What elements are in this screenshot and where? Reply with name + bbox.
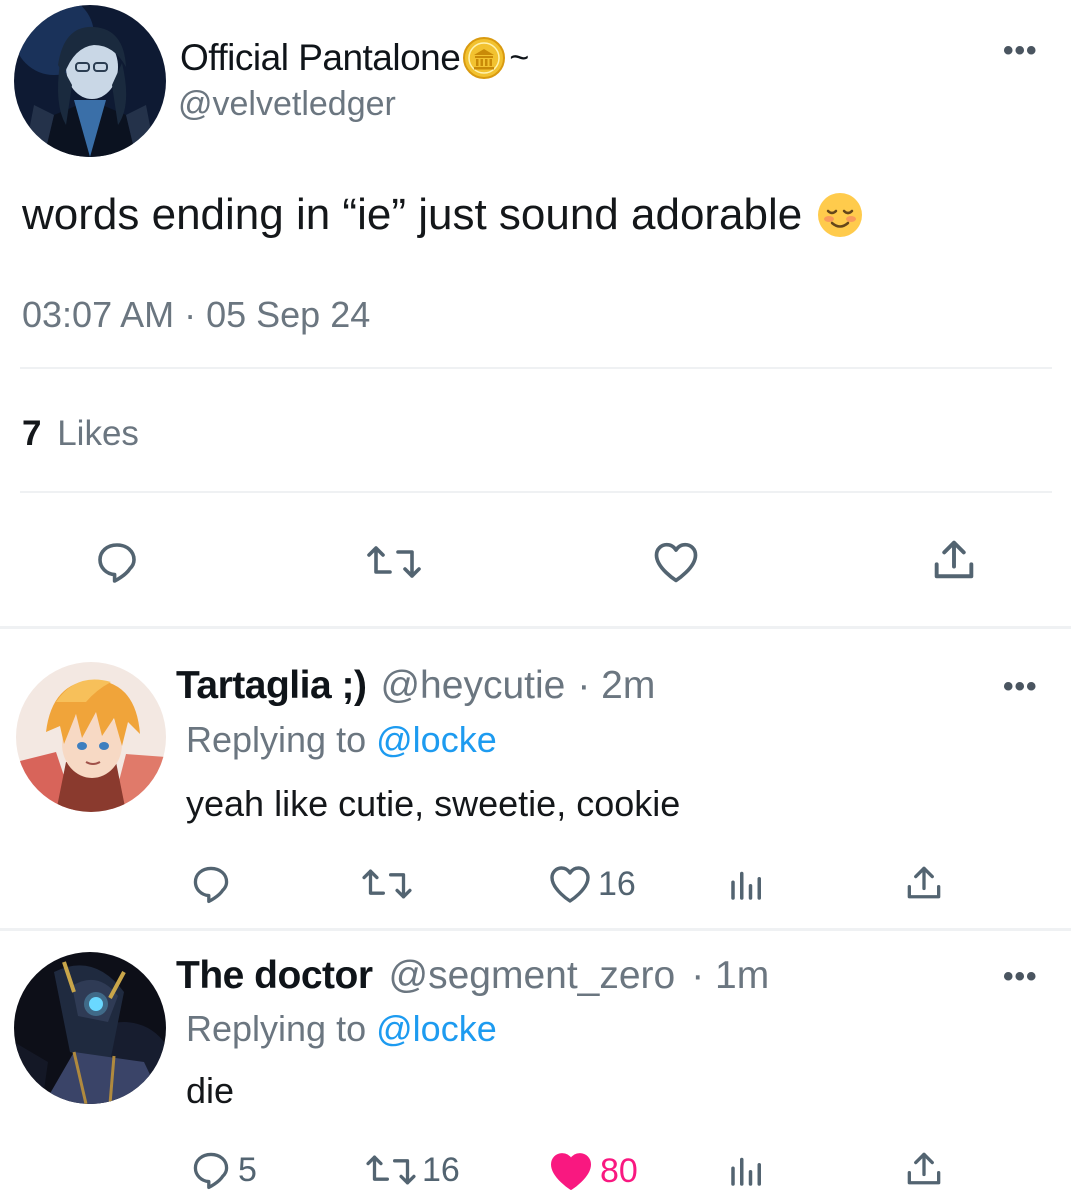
author-display-name[interactable]: Official Pantalone [180,37,461,79]
reply-handle[interactable]: @heycutie [380,664,565,708]
tweet-text-row: words ending in “ie” just sound adorable [22,190,864,240]
like-count: 80 [600,1151,638,1190]
tweet-timestamp[interactable]: 03:07 AM · 05 Sep 24 [22,294,370,336]
reply-time[interactable]: · 2m [577,664,655,708]
replying-handle-link[interactable]: @locke [376,1008,497,1049]
like-icon[interactable] [650,536,702,588]
smiling-face-emoji [816,191,864,239]
like-button[interactable]: 16 [546,860,636,908]
author-name-row: Official Pantalone ~ [180,36,529,80]
replying-prefix: Replying to [186,1008,367,1049]
retweet-icon[interactable] [362,538,426,586]
reply-header: The doctor @segment_zero · 1m [176,954,769,1004]
replying-to: Replying to @locke [186,1008,497,1050]
tartaglia-avatar[interactable] [16,662,166,812]
reply-header: Tartaglia ;) @heycutie · 2m [176,664,655,714]
like-button[interactable]: 80 [546,1146,638,1196]
section-divider [0,928,1071,931]
divider [20,491,1052,493]
replying-prefix: Replying to [186,719,367,760]
analytics-icon[interactable] [726,1148,768,1192]
more-options-icon[interactable]: ••• [1003,670,1038,704]
heart-icon [546,860,594,908]
reply-icon [188,1148,234,1192]
reply-time[interactable]: · 1m [691,954,769,998]
retweet-button[interactable]: 16 [362,1148,460,1192]
reply-icon[interactable] [188,862,234,906]
section-divider [0,626,1071,629]
reply-text: yeah like cutie, sweetie, cookie [186,783,681,824]
retweet-icon[interactable] [358,862,416,906]
retweet-icon [362,1148,420,1192]
name-suffix: ~ [509,38,530,77]
more-options-icon[interactable]: ••• [1003,960,1038,994]
retweet-count: 16 [422,1150,460,1189]
reply-count: 5 [238,1150,257,1189]
reply-text: die [186,1070,235,1111]
reply-button[interactable]: 5 [188,1148,257,1192]
share-icon[interactable] [902,1146,946,1192]
divider [20,367,1052,369]
reply-display-name[interactable]: Tartaglia ;) [176,664,367,708]
gold-coin-icon [462,36,506,80]
more-options-icon[interactable]: ••• [1003,34,1038,68]
share-icon[interactable] [902,860,946,906]
the-doctor-avatar[interactable] [14,952,166,1104]
heart-filled-icon [546,1146,596,1196]
reply-display-name[interactable]: The doctor [176,954,373,998]
tweet-text: words ending in “ie” just sound adorable [22,190,803,239]
share-icon[interactable] [928,534,980,586]
reply-handle[interactable]: @segment_zero [389,954,676,998]
author-handle[interactable]: @velvetledger [178,85,396,124]
replying-to: Replying to @locke [186,719,497,761]
pantalone-avatar[interactable] [14,5,166,157]
likes-summary[interactable]: 7 Likes [22,414,139,454]
likes-count: 7 [22,414,42,453]
reply-icon[interactable] [92,538,142,586]
like-count: 16 [598,864,636,903]
replying-handle-link[interactable]: @locke [376,719,497,760]
likes-label: Likes [57,414,139,453]
analytics-icon[interactable] [726,862,768,906]
